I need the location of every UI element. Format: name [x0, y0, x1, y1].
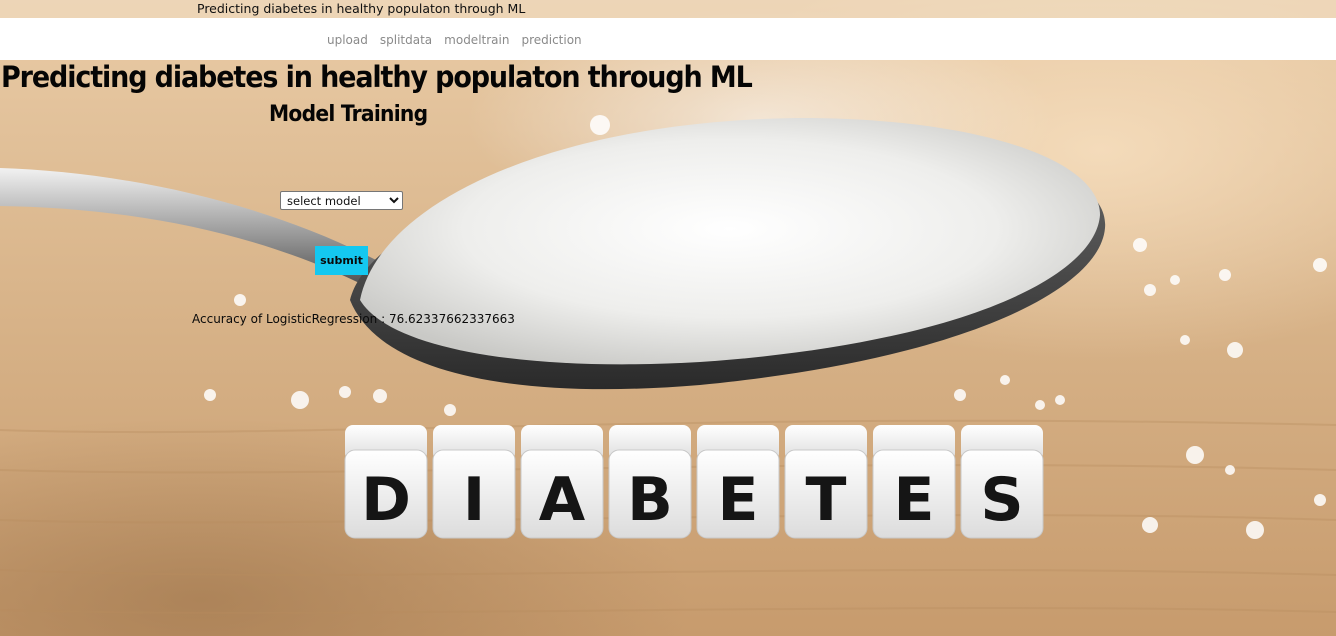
letter-cube-glyph: D: [361, 465, 411, 535]
letter-cube-glyph: A: [539, 465, 586, 535]
nav-link-prediction[interactable]: prediction: [521, 33, 581, 47]
nav-bar: upload splitdata modeltrain prediction: [0, 18, 1336, 60]
letter-cube-glyph: S: [980, 465, 1023, 535]
model-select[interactable]: select model: [280, 191, 403, 210]
nav-link-splitdata[interactable]: splitdata: [380, 33, 432, 47]
section-heading: Model Training: [269, 102, 428, 127]
nav-menu: upload splitdata modeltrain prediction: [327, 31, 582, 49]
nav-item-modeltrain: modeltrain: [444, 31, 509, 49]
nav-item-splitdata: splitdata: [380, 31, 432, 49]
letter-cube-glyph: E: [718, 465, 759, 535]
nav-link-modeltrain[interactable]: modeltrain: [444, 33, 509, 47]
page: DIABETES Predicting diabetes in healthy …: [0, 0, 1336, 636]
nav-item-upload: upload: [327, 31, 368, 49]
letter-cube-glyph: E: [894, 465, 935, 535]
main-heading: Predicting diabetes in healthy populaton…: [1, 60, 753, 94]
letter-cube-glyph: T: [806, 465, 847, 535]
submit-button[interactable]: submit: [315, 246, 368, 275]
page-title-small: Predicting diabetes in healthy populaton…: [197, 1, 526, 16]
accuracy-result: Accuracy of LogisticRegression : 76.6233…: [192, 312, 515, 326]
letter-cube-glyph: B: [627, 465, 673, 535]
nav-item-prediction: prediction: [521, 31, 581, 49]
letter-cube-glyph: I: [463, 465, 485, 535]
nav-link-upload[interactable]: upload: [327, 33, 368, 47]
title-strip: Predicting diabetes in healthy populaton…: [0, 0, 1336, 18]
